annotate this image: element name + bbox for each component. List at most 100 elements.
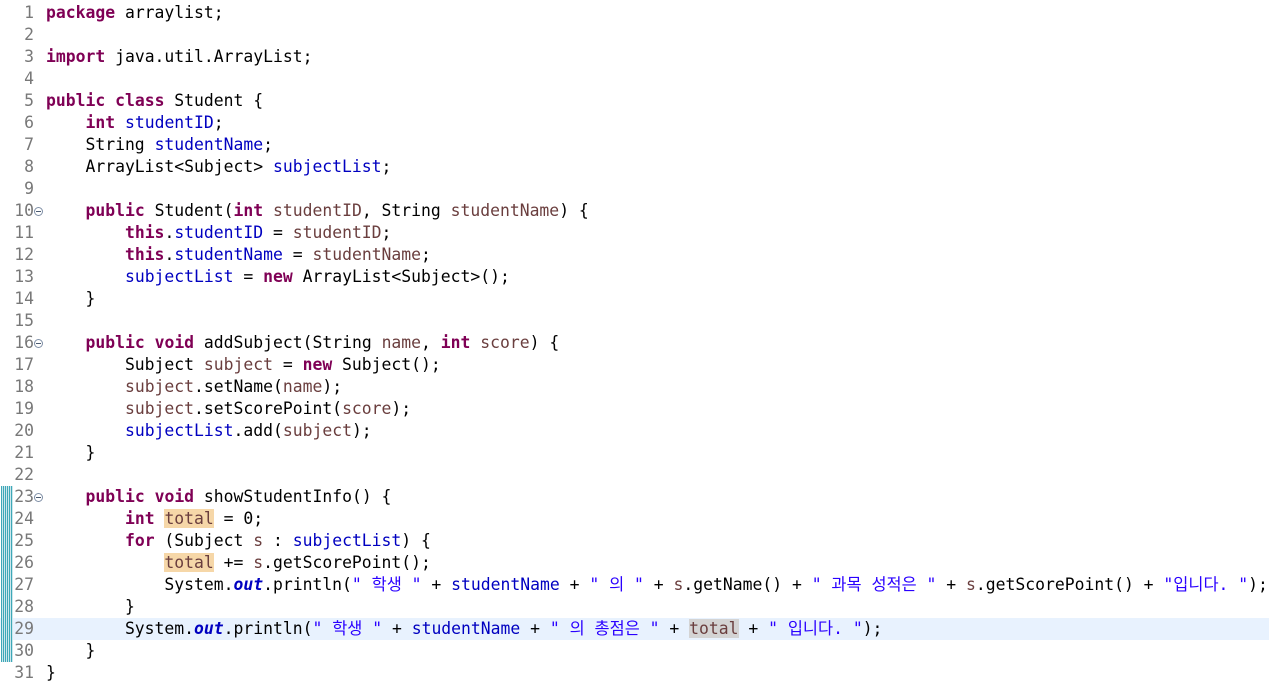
code-line[interactable]: 31}: [0, 662, 1269, 684]
line-number: 17: [14, 355, 34, 374]
line-number: 20: [14, 421, 34, 440]
code-token: );: [351, 421, 372, 440]
code-token: Student {: [164, 91, 264, 110]
code-line[interactable]: 30 }: [0, 640, 1269, 662]
fold-collapse-icon[interactable]: [34, 339, 43, 348]
line-number: 14: [14, 289, 34, 308]
line-number: 27: [14, 575, 34, 594]
code-line[interactable]: 22: [0, 464, 1269, 486]
code-line[interactable]: 25 for (Subject s : subjectList) {: [0, 530, 1269, 552]
code-token: );: [391, 399, 412, 418]
code-token: ;: [381, 157, 392, 176]
code-token: Subject: [46, 355, 204, 374]
code-token: name: [282, 377, 323, 396]
code-text: subject.setScorePoint(score);: [46, 398, 411, 420]
code-token: arraylist;: [115, 3, 224, 22]
code-token: studentName: [312, 245, 422, 264]
code-line[interactable]: 2: [0, 24, 1269, 46]
code-token: s: [966, 575, 976, 594]
line-number: 8: [24, 157, 34, 176]
code-line[interactable]: 12 this.studentName = studentName;: [0, 244, 1269, 266]
code-line[interactable]: 15: [0, 310, 1269, 332]
code-token: );: [862, 619, 883, 638]
code-token: public: [46, 91, 106, 110]
code-text: int studentID;: [46, 112, 224, 134]
code-token: studentName: [411, 619, 521, 638]
code-token: subject: [203, 355, 273, 374]
code-line[interactable]: 29 System.out.println(" 학생 " + studentNa…: [0, 618, 1269, 640]
code-token: import: [46, 47, 106, 66]
code-line[interactable]: 26 total += s.getScorePoint();: [0, 552, 1269, 574]
code-line[interactable]: 13 subjectList = new ArrayList<Subject>(…: [0, 266, 1269, 288]
code-text: }: [46, 288, 95, 310]
code-token: +: [936, 575, 967, 594]
code-token: = 0;: [213, 509, 264, 528]
code-line[interactable]: 9: [0, 178, 1269, 200]
code-token: out: [194, 619, 224, 638]
code-token: subjectList: [272, 157, 382, 176]
code-line[interactable]: 27 System.out.println(" 학생 " + studentNa…: [0, 574, 1269, 596]
code-token: total: [164, 509, 214, 528]
code-line[interactable]: 21 }: [0, 442, 1269, 464]
code-line[interactable]: 17 Subject subject = new Subject();: [0, 354, 1269, 376]
code-line[interactable]: 1 package arraylist;: [0, 2, 1269, 24]
code-token: }: [46, 597, 135, 616]
code-token: studentID: [174, 223, 264, 242]
code-text: subjectList.add(subject);: [46, 420, 372, 442]
code-token: +: [659, 619, 690, 638]
code-token: class: [115, 91, 165, 110]
code-token: s: [253, 531, 264, 550]
code-line[interactable]: 6 int studentID;: [0, 112, 1269, 134]
code-token: s: [673, 575, 684, 594]
code-token: System.: [46, 575, 234, 594]
code-line[interactable]: 14 }: [0, 288, 1269, 310]
code-text: subjectList = new ArrayList<Subject>();: [46, 266, 510, 288]
code-token: ;: [381, 223, 392, 242]
code-token: s: [253, 553, 264, 572]
line-number: 25: [14, 531, 34, 550]
code-line[interactable]: 19 subject.setScorePoint(score);: [0, 398, 1269, 420]
code-token: int: [85, 113, 116, 132]
line-number: 19: [14, 399, 34, 418]
fold-collapse-icon[interactable]: [34, 493, 43, 502]
code-line[interactable]: 11 this.studentID = studentID;: [0, 222, 1269, 244]
code-token: .: [164, 245, 175, 264]
code-line[interactable]: 5 public class Student {: [0, 90, 1269, 112]
code-editor[interactable]: 1 package arraylist; 2 3 import java.util.Ar…: [0, 0, 1269, 688]
code-token: subject: [282, 421, 352, 440]
code-token: +=: [213, 553, 254, 572]
code-token: (Subject: [154, 531, 254, 550]
code-text: Subject subject = new Subject();: [46, 354, 441, 376]
code-token: Subject();: [332, 355, 441, 374]
code-token: new: [263, 267, 293, 286]
code-token: " 학생 ": [351, 575, 422, 594]
code-token: }: [46, 663, 56, 682]
code-line[interactable]: 20 subjectList.add(subject);: [0, 420, 1269, 442]
code-token: String: [46, 135, 155, 154]
code-token: "입니다. ": [1163, 575, 1249, 594]
code-token: public: [85, 487, 145, 506]
code-token: public: [85, 201, 145, 220]
code-token: ;: [213, 113, 224, 132]
code-token: ) {: [401, 531, 431, 550]
fold-collapse-icon[interactable]: [34, 207, 43, 216]
code-line[interactable]: 16 public void addSubject(String name, i…: [0, 332, 1269, 354]
code-line[interactable]: 18 subject.setName(name);: [0, 376, 1269, 398]
code-token: " 과목 성적은 ": [811, 575, 937, 594]
code-line[interactable]: 7 String studentName;: [0, 134, 1269, 156]
code-line[interactable]: 4: [0, 68, 1269, 90]
code-token: for: [124, 531, 155, 550]
code-token: studentID: [292, 223, 382, 242]
code-line[interactable]: 3 import java.util.ArrayList;: [0, 46, 1269, 68]
code-line[interactable]: 24 int total = 0;: [0, 508, 1269, 530]
code-line[interactable]: 23 public void showStudentInfo() {: [0, 486, 1269, 508]
code-line[interactable]: 8 ArrayList<Subject> subjectList;: [0, 156, 1269, 178]
code-line[interactable]: 28 }: [0, 596, 1269, 618]
code-token: +: [382, 619, 412, 638]
code-token: studentName: [154, 135, 264, 154]
code-line[interactable]: 10 public Student(int studentID, String …: [0, 200, 1269, 222]
code-token: ) {: [559, 201, 589, 220]
